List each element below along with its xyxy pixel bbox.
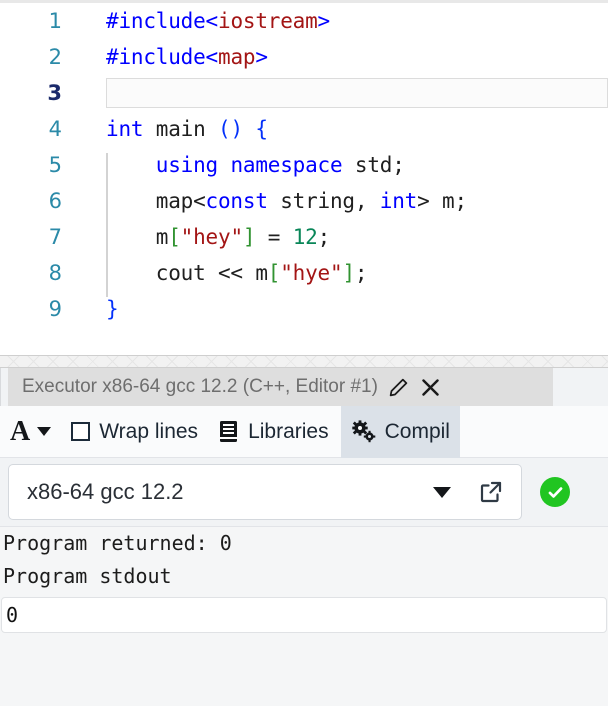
program-output-area[interactable]: Program returned: 0 Program stdout 0 bbox=[0, 526, 608, 706]
check-circle-icon bbox=[540, 477, 570, 507]
gears-icon bbox=[351, 419, 377, 444]
external-link-icon[interactable] bbox=[479, 480, 503, 504]
code-line-1[interactable]: 1 #include<iostream> bbox=[0, 3, 608, 39]
current-line-highlight bbox=[106, 78, 608, 108]
line-number-6: 6 bbox=[48, 189, 62, 213]
code-editor-pane[interactable]: 1 #include<iostream> 2 #include<map> 3 4… bbox=[0, 0, 608, 355]
line-number-5: 5 bbox=[48, 153, 62, 177]
line-number-3: 3 bbox=[47, 81, 62, 105]
line-number-4: 4 bbox=[48, 117, 62, 141]
code-line-6-text: map<const string, int> m; bbox=[106, 189, 467, 213]
compilation-options-button[interactable]: Compil bbox=[340, 405, 460, 458]
compiler-name: x86-64 gcc 12.2 bbox=[27, 479, 184, 504]
pencil-icon[interactable] bbox=[388, 376, 410, 398]
code-line-3[interactable]: 3 bbox=[0, 75, 608, 111]
pane-splitter[interactable] bbox=[0, 355, 608, 368]
program-stdout-label: Program stdout bbox=[3, 564, 172, 588]
code-line-8[interactable]: 8 cout << m["hye"]; bbox=[0, 255, 608, 291]
program-stdout-box: 0 bbox=[1, 597, 607, 633]
close-icon[interactable] bbox=[420, 376, 442, 398]
code-line-7[interactable]: 7 m["hey"] = 12; bbox=[0, 219, 608, 255]
chevron-down-icon bbox=[37, 427, 52, 436]
line-number-8: 8 bbox=[48, 261, 62, 285]
program-returned-line: Program returned: 0 bbox=[3, 531, 232, 555]
code-line-6[interactable]: 6 map<const string, int> m; bbox=[0, 183, 608, 219]
compiler-selector-row: x86-64 gcc 12.2 bbox=[0, 458, 608, 526]
code-line-4-text: int main () { bbox=[106, 117, 268, 141]
code-line-2-text: #include<map> bbox=[106, 45, 268, 69]
executor-titlebar[interactable]: Executor x86-64 gcc 12.2 (C++, Editor #1… bbox=[8, 368, 553, 406]
executor-pane: Executor x86-64 gcc 12.2 (C++, Editor #1… bbox=[0, 368, 608, 706]
line-number-2: 2 bbox=[48, 45, 62, 69]
code-area[interactable]: 1 #include<iostream> 2 #include<map> 3 4… bbox=[0, 3, 608, 355]
code-line-9-text: } bbox=[106, 297, 119, 321]
font-size-dropdown[interactable]: A bbox=[0, 406, 61, 458]
chevron-down-icon[interactable] bbox=[433, 486, 451, 498]
compilation-options-label: Compil bbox=[384, 419, 450, 443]
line-number-7: 7 bbox=[48, 225, 62, 249]
line-number-9: 9 bbox=[48, 297, 62, 321]
code-line-7-text: m["hey"] = 12; bbox=[106, 225, 331, 249]
wrap-lines-checkbox[interactable] bbox=[71, 422, 91, 441]
wrap-lines-toggle[interactable]: Wrap lines bbox=[61, 406, 208, 458]
book-icon bbox=[218, 420, 240, 443]
wrap-lines-label: Wrap lines bbox=[99, 419, 199, 443]
executor-toolbar: A Wrap lines Libraries Compil bbox=[0, 405, 608, 458]
code-line-5[interactable]: 5 using namespace std; bbox=[0, 147, 608, 183]
code-line-9[interactable]: 9 } bbox=[0, 291, 608, 327]
code-line-1-text: #include<iostream> bbox=[106, 9, 330, 33]
libraries-button[interactable]: Libraries bbox=[208, 406, 339, 458]
line-number-1: 1 bbox=[48, 9, 62, 33]
libraries-label: Libraries bbox=[248, 419, 329, 443]
font-size-label: A bbox=[10, 415, 31, 447]
code-line-2[interactable]: 2 #include<map> bbox=[0, 39, 608, 75]
code-line-8-text: cout << m["hye"]; bbox=[106, 261, 368, 285]
code-line-4[interactable]: 4 int main () { bbox=[0, 111, 608, 147]
executor-title: Executor x86-64 gcc 12.2 (C++, Editor #1… bbox=[22, 376, 378, 397]
program-stdout-value: 0 bbox=[6, 603, 19, 627]
compiler-dropdown[interactable]: x86-64 gcc 12.2 bbox=[8, 464, 522, 520]
code-line-5-text: using namespace std; bbox=[155, 153, 405, 177]
